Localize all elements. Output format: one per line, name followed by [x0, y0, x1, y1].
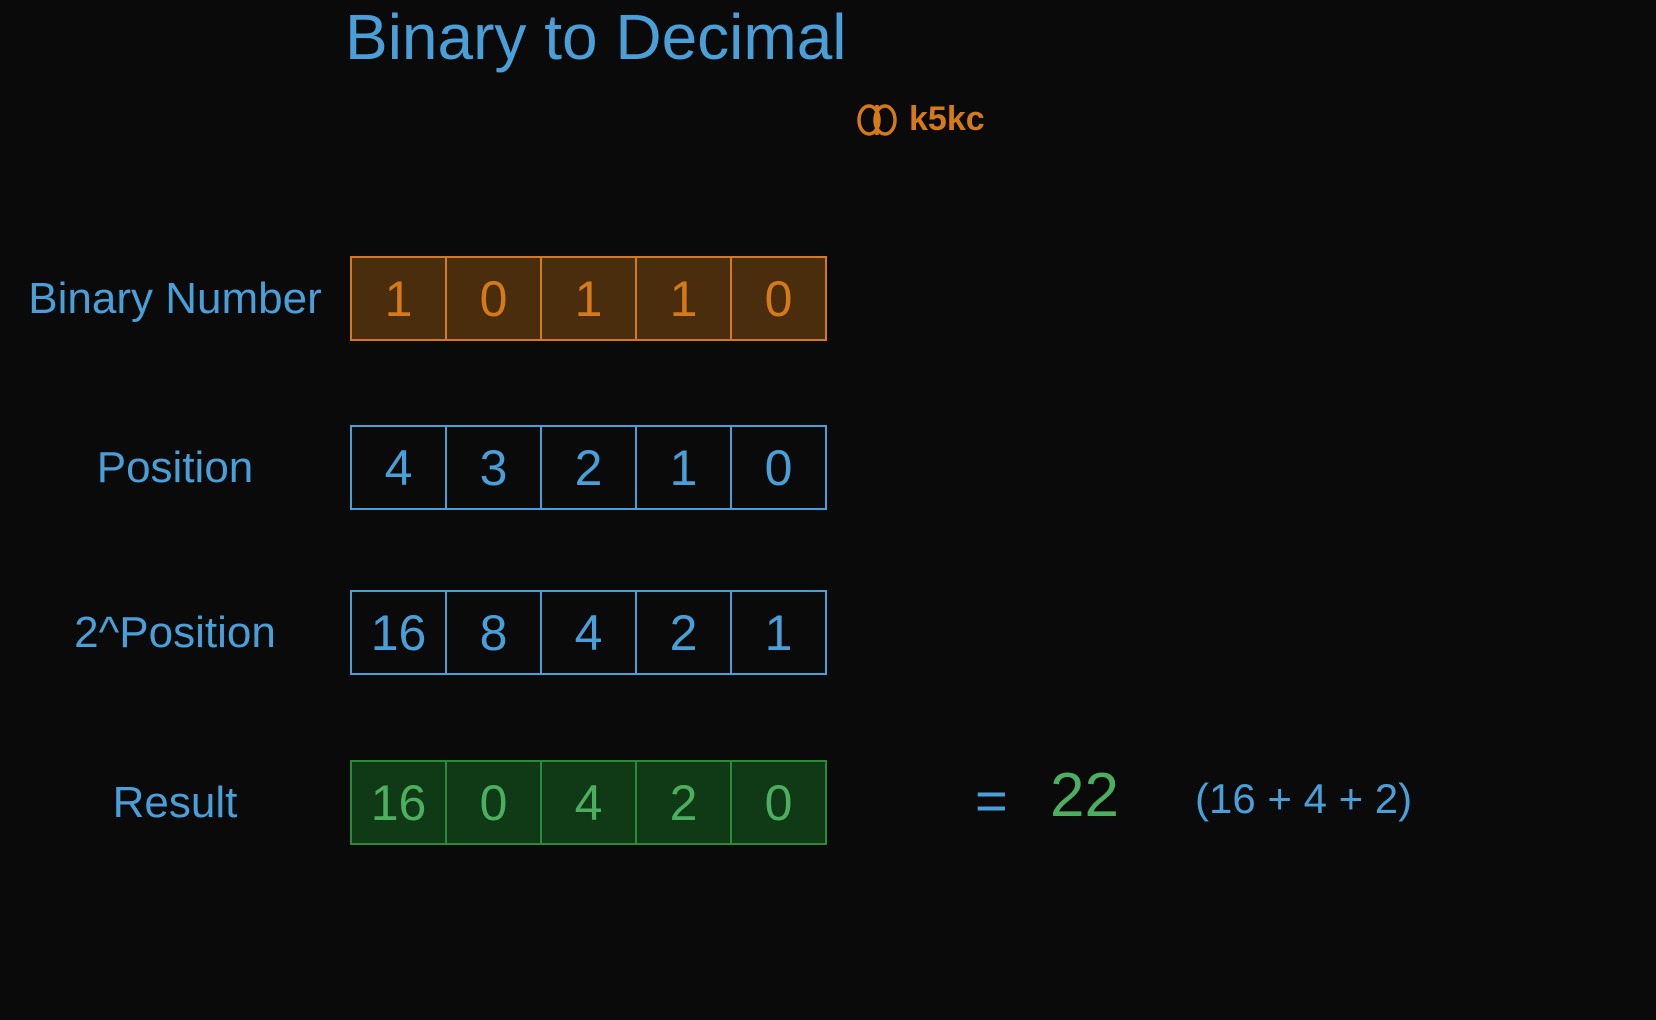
row-position: Position 4 3 2 1 0 — [0, 425, 827, 510]
binary-cell: 1 — [635, 256, 732, 341]
cells-result: 16 0 4 2 0 — [350, 760, 827, 845]
position-cell: 4 — [350, 425, 447, 510]
result-cell: 0 — [445, 760, 542, 845]
label-binary: Binary Number — [0, 274, 350, 324]
binary-cell: 0 — [730, 256, 827, 341]
power-cell: 4 — [540, 590, 637, 675]
position-cell: 1 — [635, 425, 732, 510]
position-cell: 0 — [730, 425, 827, 510]
row-binary: Binary Number 1 0 1 1 0 — [0, 256, 827, 341]
brand-icon — [855, 102, 899, 138]
result-cell: 4 — [540, 760, 637, 845]
binary-cell: 1 — [540, 256, 637, 341]
label-position: Position — [0, 443, 350, 493]
page-title: Binary to Decimal — [345, 0, 847, 74]
label-result: Result — [0, 778, 350, 828]
power-cell: 16 — [350, 590, 447, 675]
row-power: 2^Position 16 8 4 2 1 — [0, 590, 827, 675]
binary-cell: 0 — [445, 256, 542, 341]
power-cell: 2 — [635, 590, 732, 675]
result-cell: 16 — [350, 760, 447, 845]
result-cell: 0 — [730, 760, 827, 845]
equals-sign: = — [975, 768, 1008, 833]
cells-binary: 1 0 1 1 0 — [350, 256, 827, 341]
result-value: 22 — [1050, 760, 1119, 831]
row-result: Result 16 0 4 2 0 — [0, 760, 827, 845]
position-cell: 3 — [445, 425, 542, 510]
result-expression: (16 + 4 + 2) — [1195, 775, 1412, 823]
label-power: 2^Position — [0, 608, 350, 658]
position-cell: 2 — [540, 425, 637, 510]
brand-text: k5kc — [909, 100, 985, 139]
binary-cell: 1 — [350, 256, 447, 341]
result-cell: 2 — [635, 760, 732, 845]
cells-position: 4 3 2 1 0 — [350, 425, 827, 510]
power-cell: 1 — [730, 590, 827, 675]
cells-power: 16 8 4 2 1 — [350, 590, 827, 675]
power-cell: 8 — [445, 590, 542, 675]
brand-badge: k5kc — [855, 100, 985, 139]
